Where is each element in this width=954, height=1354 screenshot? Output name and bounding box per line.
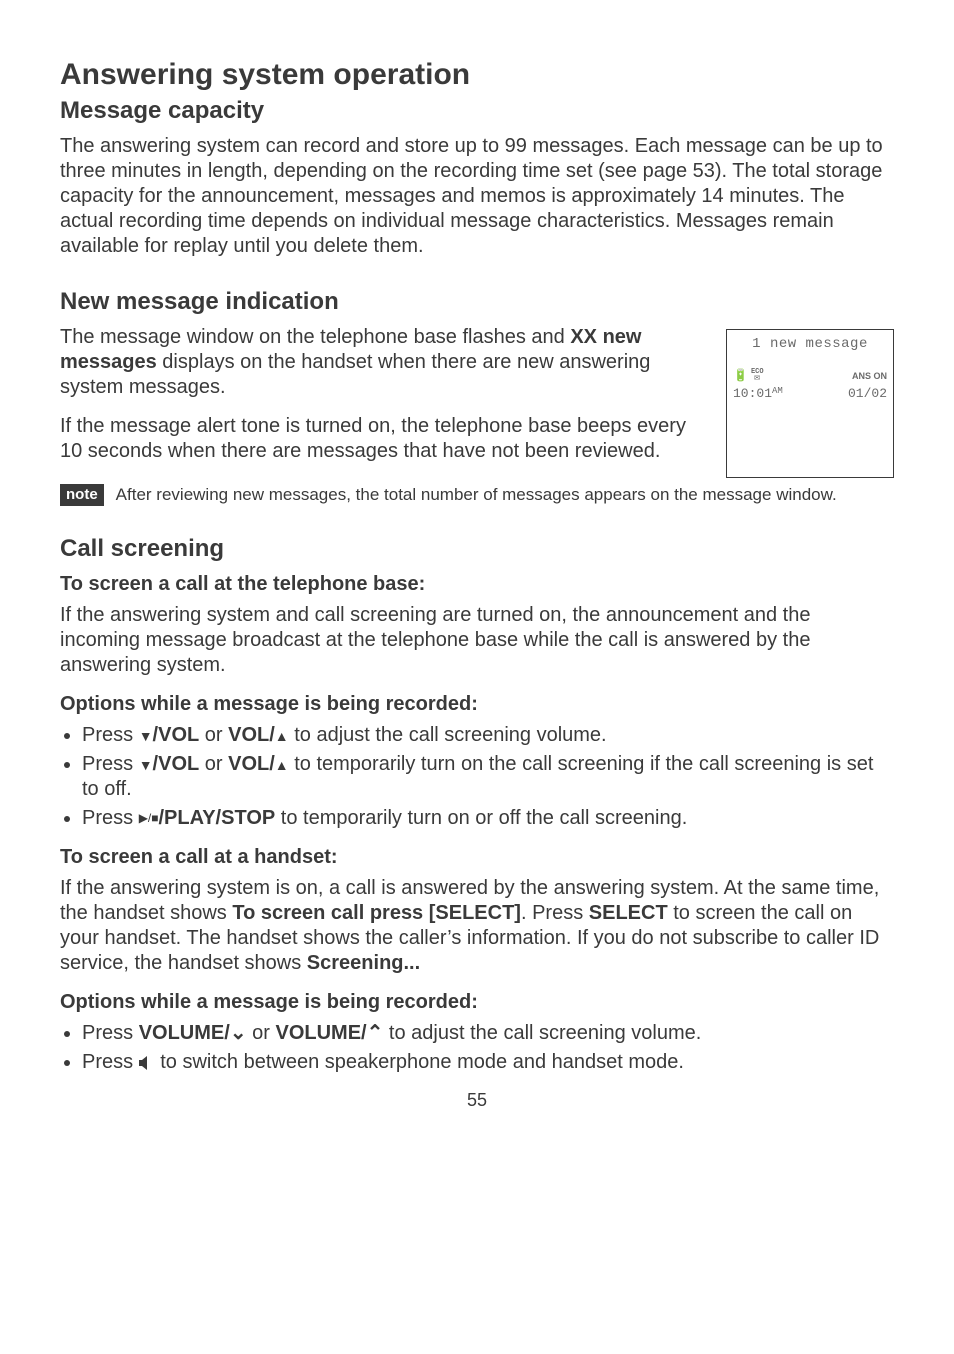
ans-on-label: ANS ON [852,371,887,382]
section-heading-capacity: Message capacity [60,96,894,126]
triangle-down-icon [139,724,153,746]
handset-screen: 1 new message 🔋 ECO ✉ ANS ON 10:01AM 01/… [726,329,894,478]
text: The message window on the telephone base… [60,326,570,348]
speaker-icon [139,1051,161,1073]
list-item: Press to switch between speakerphone mod… [82,1050,894,1075]
play-stop-icon: ▶/■ [139,811,159,826]
subheading-screen-base: To screen a call at the telephone base: [60,572,894,597]
screen-time: 10:01AM [733,386,783,402]
chevron-down-icon [230,1022,247,1044]
triangle-up-icon [275,753,289,775]
screen-handset-paragraph: If the answering system is on, a call is… [60,876,894,976]
section-heading-call-screening: Call screening [60,534,894,564]
note-text: After reviewing new messages, the total … [116,484,837,505]
list-item: Press /VOL or VOL/ to temporarily turn o… [82,752,894,802]
screen-date: 01/02 [848,386,887,402]
page-number: 55 [60,1089,894,1112]
note-badge: note [60,484,104,507]
chevron-up-icon [367,1022,384,1044]
screen-top-text: 1 new message [733,336,887,370]
subheading-screen-handset: To screen a call at a handset: [60,845,894,870]
list-item: Press ▶/■/PLAY/STOP to temporarily turn … [82,806,894,831]
new-message-p2: If the message alert tone is turned on, … [60,414,708,464]
list-item: Press /VOL or VOL/ to adjust the call sc… [82,723,894,748]
triangle-up-icon [275,724,289,746]
battery-icon: 🔋 [733,369,748,384]
list-item: Press VOLUME/ or VOLUME/ to adjust the c… [82,1021,894,1046]
screen-base-paragraph: If the answering system and call screeni… [60,603,894,678]
new-message-p1: The message window on the telephone base… [60,325,708,400]
eco-icon: ECO ✉ [751,370,764,384]
subheading-options-recording-1: Options while a message is being recorde… [60,692,894,717]
page-title: Answering system operation [60,56,894,94]
triangle-down-icon [139,753,153,775]
subheading-options-recording-2: Options while a message is being recorde… [60,990,894,1015]
section-heading-new-message: New message indication [60,287,894,317]
capacity-paragraph: The answering system can record and stor… [60,134,894,259]
options-list-1: Press /VOL or VOL/ to adjust the call sc… [60,723,894,831]
options-list-2: Press VOLUME/ or VOLUME/ to adjust the c… [60,1021,894,1075]
